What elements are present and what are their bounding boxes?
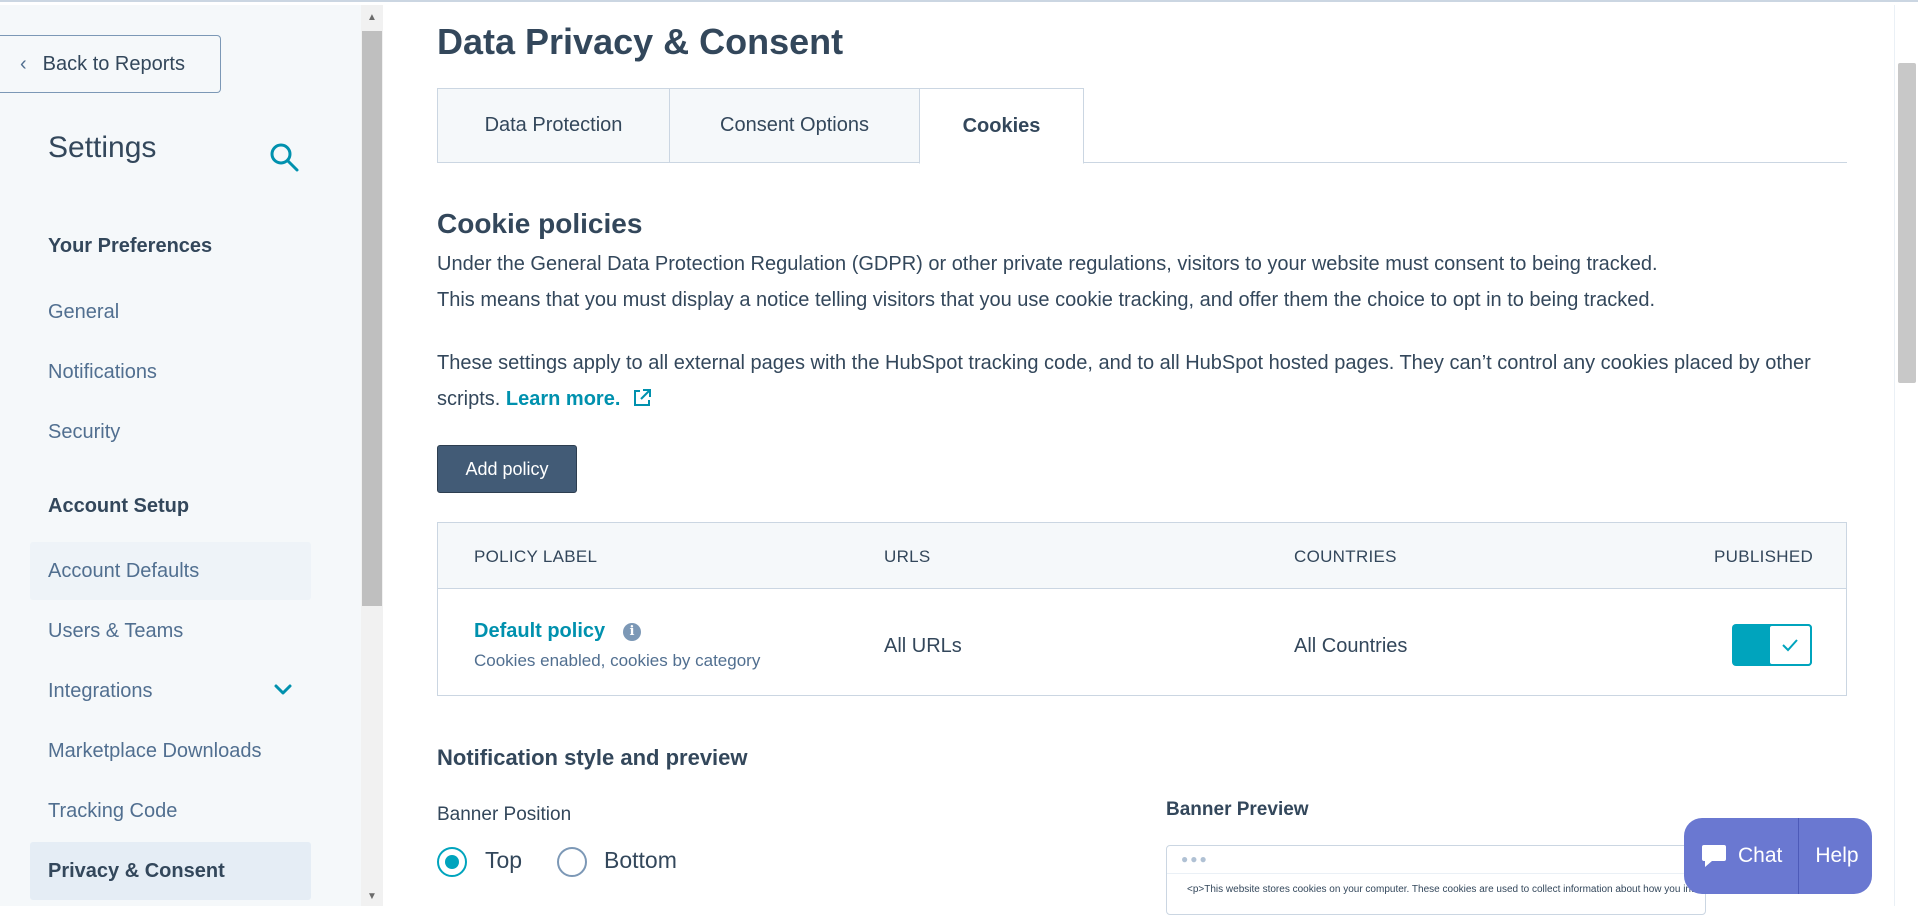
main-scrollbar[interactable] bbox=[1894, 5, 1918, 906]
sidebar-item-label: Users & Teams bbox=[48, 619, 184, 642]
gdpr-description-line2: This means that you must display a notic… bbox=[437, 289, 1656, 311]
sidebar-item-marketplace-downloads[interactable]: Marketplace Downloads bbox=[30, 722, 311, 780]
back-to-reports-button[interactable]: ‹ Back to Reports bbox=[0, 35, 221, 93]
sidebar-item-label: Account Defaults bbox=[48, 559, 200, 582]
checkmark-icon bbox=[1782, 639, 1798, 652]
sidebar-item-label: Tracking Code bbox=[48, 799, 178, 822]
sidebar-item-label: Privacy & Consent bbox=[48, 859, 225, 882]
preview-window-dots: ●●● bbox=[1167, 846, 1705, 874]
sidebar-scrollbar-thumb[interactable] bbox=[362, 31, 382, 606]
chat-bubble-icon bbox=[1702, 845, 1726, 867]
scroll-up-arrow-icon[interactable]: ▲ bbox=[361, 9, 383, 27]
banner-preview-label: Banner Preview bbox=[1166, 799, 1309, 820]
sidebar-scrollbar[interactable]: ▲ ▼ bbox=[361, 5, 383, 906]
column-header-published[interactable]: PUBLISHED bbox=[1714, 547, 1813, 567]
cookie-policies-heading: Cookie policies bbox=[437, 208, 643, 239]
sidebar-item-general[interactable]: General bbox=[30, 283, 311, 341]
tab-consent-options[interactable]: Consent Options bbox=[669, 88, 920, 163]
search-icon[interactable] bbox=[268, 141, 300, 173]
banner-position-label: Banner Position bbox=[437, 804, 572, 825]
sidebar-item-tracking-code[interactable]: Tracking Code bbox=[30, 782, 311, 840]
tab-label: Consent Options bbox=[720, 114, 869, 136]
policy-description: Cookies enabled, cookies by category bbox=[474, 651, 761, 670]
sidebar-item-label: General bbox=[48, 300, 120, 323]
sidebar-item-integrations[interactable]: Integrations bbox=[30, 662, 311, 720]
radio-top[interactable] bbox=[437, 847, 467, 877]
tab-label: Data Protection bbox=[484, 114, 623, 136]
policy-countries: All Countries bbox=[1294, 635, 1408, 657]
column-header-urls[interactable]: URLS bbox=[884, 547, 931, 567]
section-your-preferences: Your Preferences bbox=[48, 235, 213, 257]
sidebar-item-users-teams[interactable]: Users & Teams bbox=[30, 602, 311, 660]
back-button-label: Back to Reports bbox=[42, 52, 185, 75]
settings-sidebar: ‹ Back to Reports Settings Your Preferen… bbox=[0, 5, 361, 906]
chat-button[interactable]: Chat bbox=[1684, 818, 1782, 894]
sidebar-item-security[interactable]: Security bbox=[30, 403, 311, 461]
tab-cookies[interactable]: Cookies bbox=[919, 88, 1084, 164]
sidebar-item-account-defaults[interactable]: Account Defaults bbox=[30, 542, 311, 600]
chevron-down-icon[interactable] bbox=[273, 682, 293, 698]
add-policy-button[interactable]: Add policy bbox=[437, 445, 577, 493]
policy-name-link[interactable]: Default policy bbox=[474, 620, 605, 643]
scroll-down-arrow-icon[interactable]: ▼ bbox=[361, 888, 383, 906]
published-toggle[interactable] bbox=[1732, 624, 1812, 666]
sidebar-item-label: Marketplace Downloads bbox=[48, 739, 262, 762]
tab-bar: Data Protection Consent Options Cookies bbox=[437, 88, 1847, 164]
toggle-knob bbox=[1768, 624, 1812, 666]
gdpr-description: Under the General Data Protection Regula… bbox=[437, 246, 1847, 318]
gdpr-description-line1: Under the General Data Protection Regula… bbox=[437, 253, 1658, 275]
column-header-policy-label[interactable]: POLICY LABEL bbox=[474, 547, 597, 567]
sidebar-title: Settings bbox=[48, 131, 157, 164]
sidebar-item-label: Notifications bbox=[48, 360, 157, 383]
banner-preview: ●●● <p>This website stores cookies on yo… bbox=[1166, 845, 1706, 915]
chat-help-widget: Chat Help bbox=[1684, 818, 1872, 894]
section-account-setup: Account Setup bbox=[48, 495, 190, 517]
help-button[interactable]: Help bbox=[1799, 844, 1858, 868]
sidebar-item-notifications[interactable]: Notifications bbox=[30, 343, 311, 401]
radio-bottom[interactable] bbox=[557, 847, 587, 877]
radio-bottom-label[interactable]: Bottom bbox=[604, 847, 677, 874]
learn-more-link[interactable]: Learn more. bbox=[506, 388, 620, 410]
policy-urls: All URLs bbox=[884, 635, 962, 657]
chat-label: Chat bbox=[1738, 844, 1783, 867]
tab-data-protection[interactable]: Data Protection bbox=[437, 88, 670, 163]
cookie-policies-table: POLICY LABEL URLS COUNTRIES PUBLISHED De… bbox=[437, 522, 1847, 696]
radio-top-label[interactable]: Top bbox=[485, 847, 522, 874]
sidebar-item-label: Security bbox=[48, 420, 121, 443]
notification-style-heading: Notification style and preview bbox=[437, 745, 748, 770]
external-link-icon[interactable] bbox=[632, 388, 652, 408]
page-title: Data Privacy & Consent bbox=[437, 21, 844, 62]
settings-scope-description: These settings apply to all external pag… bbox=[437, 345, 1847, 417]
sidebar-item-label: Integrations bbox=[48, 679, 153, 702]
preview-banner-text: <p>This website stores cookies on your c… bbox=[1187, 884, 1706, 895]
main-scrollbar-thumb[interactable] bbox=[1898, 63, 1916, 383]
tab-label: Cookies bbox=[962, 114, 1041, 137]
chevron-left-icon: ‹ bbox=[20, 52, 27, 75]
table-header: POLICY LABEL URLS COUNTRIES PUBLISHED bbox=[438, 523, 1846, 589]
column-header-countries[interactable]: COUNTRIES bbox=[1294, 547, 1397, 567]
sidebar-item-privacy-consent[interactable]: Privacy & Consent bbox=[30, 842, 311, 900]
info-icon[interactable]: i bbox=[623, 623, 641, 641]
